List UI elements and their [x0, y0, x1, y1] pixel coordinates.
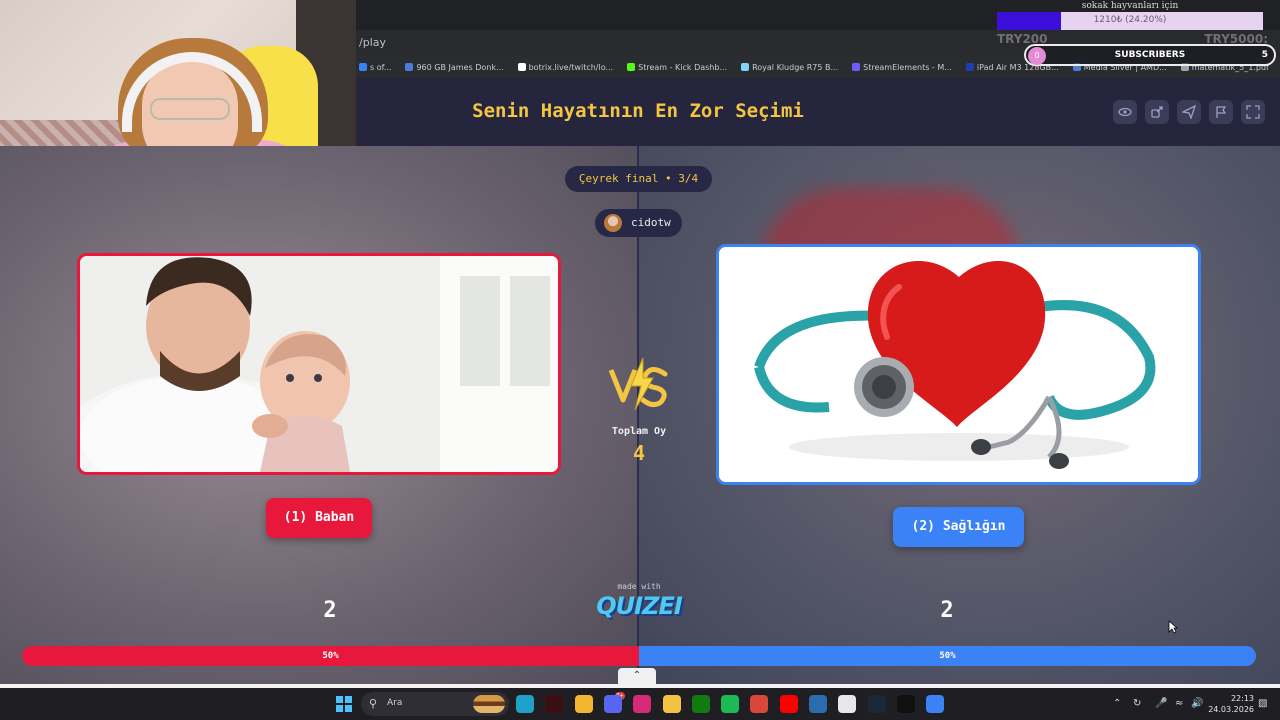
fullscreen-button[interactable]: [1241, 100, 1265, 124]
edge-icon[interactable]: [516, 695, 534, 713]
chevron-up-icon: ⌃: [632, 670, 642, 681]
subs-goal: 5: [1261, 50, 1268, 60]
app-dark-icon[interactable]: [545, 695, 564, 713]
chrome-alt-icon[interactable]: [750, 695, 769, 713]
bookmark-label: botrix.live/twitch/lo...: [528, 62, 614, 72]
eye-button[interactable]: [1113, 100, 1137, 124]
chrome-icon[interactable]: [574, 695, 593, 713]
bookmark-favicon-icon: [517, 63, 526, 71]
wifi-icon[interactable]: ≈: [1175, 698, 1183, 709]
page-title: Senin Hayatının En Zor Seçimi: [472, 100, 804, 122]
tiktok-icon[interactable]: [896, 695, 915, 713]
eye-icon: [1118, 107, 1132, 117]
quiz-app: Senin Hayatının En Zor Seçimi Çeyrek fin…: [0, 78, 1280, 688]
subs-label: SUBSCRIBERS: [1114, 50, 1186, 60]
search-highlight-icon: [473, 695, 505, 713]
app-blue-icon[interactable]: [926, 695, 945, 713]
bookmark-item[interactable]: s of...: [359, 63, 391, 72]
user-pill: cidotw: [595, 209, 682, 237]
send-icon: [1180, 104, 1197, 120]
mail-icon[interactable]: [809, 695, 827, 713]
bookmark-label: 960 GB James Donk...: [416, 62, 504, 72]
notepad-icon[interactable]: [838, 695, 857, 713]
spotify-icon[interactable]: [721, 695, 740, 713]
bookmark-item[interactable]: Royal Kludge R75 B...: [741, 63, 838, 72]
vote-button-right[interactable]: (2) Sağlığın: [893, 507, 1024, 547]
send-button[interactable]: [1177, 100, 1201, 124]
discord-icon[interactable]: [603, 695, 622, 713]
avatar: [604, 214, 622, 232]
instagram-icon[interactable]: [633, 695, 652, 713]
vote-count-right: 2: [940, 598, 954, 623]
round-indicator: Çeyrek final • 3/4: [565, 166, 712, 192]
flag-icon: [1216, 106, 1227, 118]
xbox-icon[interactable]: [691, 695, 710, 713]
microphone-icon[interactable]: 🎤: [1155, 698, 1167, 709]
total-votes-count: 4: [632, 441, 646, 465]
bookmark-favicon-icon: [852, 63, 861, 71]
option-image-heart-stethoscope: [719, 247, 1198, 482]
steam-icon[interactable]: [867, 695, 886, 713]
volume-icon[interactable]: 🔊: [1191, 698, 1203, 709]
report-button[interactable]: [1209, 100, 1233, 124]
search-placeholder: Ara: [387, 698, 403, 708]
vote-button-left[interactable]: (1) Baban: [266, 498, 372, 538]
bookmark-favicon-icon: [359, 63, 367, 71]
donation-goal: sokak hayvanları için 1210₺ (24.20%) TRY…: [997, 0, 1280, 46]
chevron-up-tray-icon[interactable]: ⌃: [1113, 698, 1121, 709]
bookmark-favicon-icon: [741, 63, 750, 71]
option-card-left[interactable]: [77, 253, 561, 475]
option-image-father-baby: [80, 256, 558, 472]
mouse-cursor-icon: [1168, 620, 1178, 634]
total-votes-label: Toplam Oy: [611, 426, 667, 437]
bookmark-label: StreamElements - M...: [863, 62, 952, 72]
bookmark-item[interactable]: 960 GB James Donk...: [405, 62, 504, 72]
share-icon: [1151, 106, 1163, 118]
windows-start-icon[interactable]: [336, 696, 352, 712]
bookmark-favicon-icon: [965, 63, 974, 71]
taskbar-search[interactable]: ⚲ Ara: [361, 692, 509, 716]
share-button[interactable]: [1145, 100, 1169, 124]
taskbar: ⚲ Ara 9+ ⌃ ↻ 🎤 ≈ 🔊 22:13 24.03.2026 ▧: [0, 688, 1280, 720]
folder-icon[interactable]: [662, 695, 681, 713]
clock-date: 24.03.2026: [1208, 705, 1254, 714]
notification-icon[interactable]: ▧: [1258, 698, 1267, 709]
bookmark-item[interactable]: StreamElements - M...: [852, 63, 952, 72]
option-card-right[interactable]: [716, 244, 1201, 485]
bookmark-item[interactable]: Stream - Kick Dashb...: [627, 63, 727, 72]
fullscreen-icon: [1246, 105, 1260, 119]
donation-amount: 1210₺ (24.20%): [1093, 15, 1167, 25]
youtube-icon[interactable]: [779, 695, 798, 713]
subscriber-goal: 0 SUBSCRIBERS 5: [1024, 44, 1276, 66]
sync-icon[interactable]: ↻: [1133, 698, 1141, 709]
vs-icon: [608, 357, 668, 411]
bookmark-label: Royal Kludge R75 B...: [752, 62, 839, 72]
address-url: /play: [359, 36, 386, 49]
bookmark-item[interactable]: botrix.live/twitch/lo...: [517, 62, 614, 72]
clock-time: 22:13: [1230, 694, 1254, 703]
donation-title: sokak hayvanları için: [1081, 1, 1179, 11]
taskbar-clock[interactable]: 22:13 24.03.2026: [1208, 693, 1254, 715]
vote-progress-bar: 50% 50%: [22, 646, 1256, 666]
made-with-label: made with: [617, 582, 661, 591]
vote-progress-left: 50%: [22, 646, 639, 666]
vote-progress-right: 50%: [639, 646, 1256, 666]
quizei-logo[interactable]: QUIZEI: [590, 592, 688, 620]
bookmark-favicon-icon: [627, 63, 636, 71]
search-icon: ⚲: [369, 697, 378, 710]
bookmark-favicon-icon: [405, 63, 414, 71]
bookmark-label: Stream - Kick Dashb...: [638, 62, 728, 72]
vote-count-left: 2: [323, 598, 337, 623]
bookmark-label: s of...: [370, 62, 392, 72]
username: cidotw: [631, 216, 671, 229]
collapse-toggle[interactable]: ⌃: [618, 668, 656, 684]
